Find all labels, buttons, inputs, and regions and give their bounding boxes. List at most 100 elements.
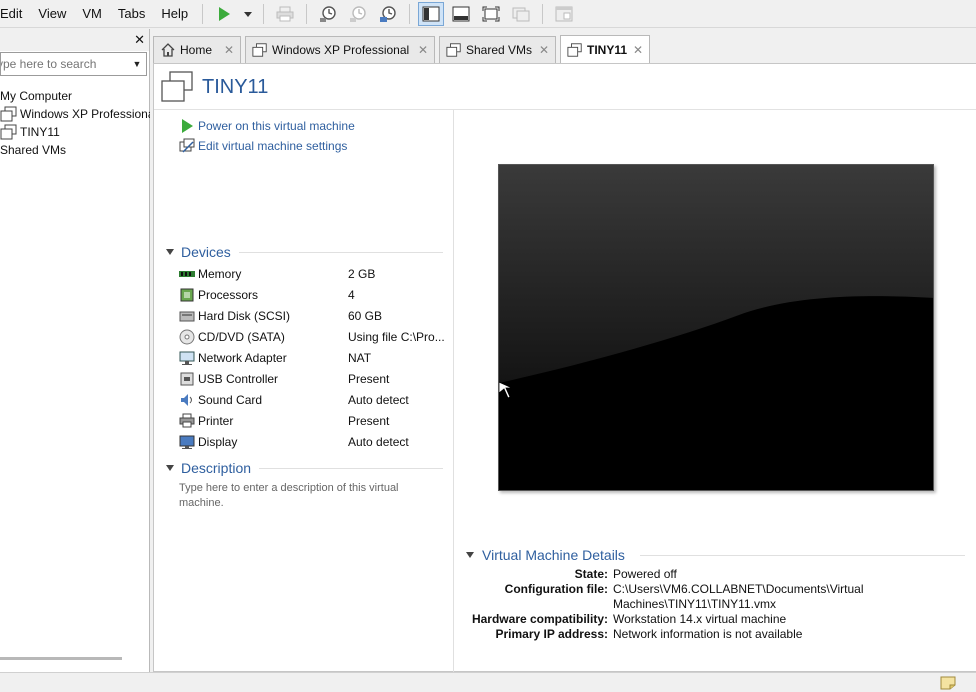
description-input[interactable]: Type here to enter a description of this… — [179, 481, 429, 511]
chevron-down-icon[interactable]: ▼ — [129, 59, 145, 69]
close-tab-icon[interactable]: ✕ — [633, 43, 643, 57]
description-heading[interactable]: Description — [166, 460, 444, 476]
tree-item-windows-xp[interactable]: Windows XP Professiona — [0, 105, 150, 123]
library-horizontal-scrollbar[interactable] — [0, 657, 122, 660]
close-tab-icon[interactable]: ✕ — [418, 43, 428, 57]
device-name: Memory — [198, 266, 242, 281]
menu-vm[interactable]: VM — [74, 0, 110, 28]
devices-heading[interactable]: Devices — [166, 244, 443, 260]
edit-settings-link[interactable]: Edit virtual machine settings — [179, 138, 347, 154]
send-ctrl-alt-del-button[interactable] — [272, 2, 298, 26]
device-row-sound-card[interactable]: Sound Card Auto detect — [179, 389, 449, 410]
memory-icon — [179, 270, 195, 277]
tree-item-shared-vms[interactable]: Shared VMs — [0, 141, 150, 159]
tab-shared-vms[interactable]: Shared VMs ✕ — [439, 36, 556, 63]
detail-value: Workstation 14.x virtual machine — [613, 612, 787, 626]
edit-settings-label: Edit virtual machine settings — [198, 139, 348, 153]
tab-label: Home — [180, 43, 213, 57]
detail-value: Network information is not available — [613, 627, 803, 641]
display-icon — [179, 435, 195, 449]
manage-snapshots-icon — [380, 5, 396, 22]
power-on-button[interactable] — [211, 2, 237, 26]
vm-icon — [0, 106, 17, 122]
tab-label: Shared VMs — [466, 43, 533, 57]
revert-snapshot-icon — [350, 5, 366, 22]
manage-snapshots-button[interactable] — [375, 2, 401, 26]
tree-item-my-computer[interactable]: My Computer — [0, 87, 150, 105]
vm-icon — [567, 42, 582, 57]
printer-icon — [179, 413, 195, 427]
library-header: ✕ — [0, 29, 149, 51]
detail-row-primary-ip: Primary IP address: Network information … — [454, 627, 974, 642]
detail-row-state: State: Powered off — [454, 567, 974, 582]
menu-view[interactable]: View — [30, 0, 74, 28]
divider — [238, 251, 443, 253]
menu-tabs[interactable]: Tabs — [110, 0, 153, 28]
power-dropdown-button[interactable] — [241, 2, 255, 26]
menu-help[interactable]: Help — [153, 0, 196, 28]
library-search-input[interactable] — [1, 54, 129, 74]
device-value: 60 GB — [348, 308, 383, 323]
device-row-cd-dvd[interactable]: CD/DVD (SATA) Using file C:\Pro... — [179, 326, 449, 347]
device-value: Using file C:\Pro... — [348, 329, 445, 344]
tree-item-label: TINY11 — [20, 125, 60, 139]
power-on-link[interactable]: Power on this virtual machine — [179, 118, 355, 134]
console-view-button[interactable] — [551, 2, 577, 26]
tab-windows-xp[interactable]: Windows XP Professional ✕ — [245, 36, 435, 63]
device-row-processors[interactable]: Processors 4 — [179, 284, 449, 305]
power-on-label: Power on this virtual machine — [198, 119, 355, 133]
collapse-triangle-icon[interactable] — [166, 465, 174, 471]
vm-icon — [161, 71, 193, 102]
detail-key: Configuration file: — [504, 582, 608, 596]
device-row-network-adapter[interactable]: Network Adapter NAT — [179, 347, 449, 368]
device-name: USB Controller — [198, 371, 279, 386]
device-row-hard-disk[interactable]: Hard Disk (SCSI) 60 GB — [179, 305, 449, 326]
sound-card-icon — [181, 393, 192, 406]
status-bar — [0, 672, 976, 692]
tab-home[interactable]: Home ✕ — [153, 36, 241, 63]
settings-icon — [179, 138, 195, 153]
thumbnail-bar-button[interactable] — [448, 2, 474, 26]
library-tree: My Computer Windows XP Professiona TINY1… — [0, 87, 150, 159]
detail-key: State: — [574, 567, 608, 581]
vm-title: TINY11 — [160, 70, 268, 104]
device-name: Sound Card — [198, 392, 263, 407]
unity-icon — [512, 7, 530, 21]
toolbar-separator — [542, 3, 544, 24]
take-snapshot-button[interactable] — [315, 2, 341, 26]
collapse-triangle-icon[interactable] — [466, 552, 474, 558]
close-tab-icon[interactable]: ✕ — [224, 43, 234, 57]
tab-label: TINY11 — [587, 42, 628, 57]
tree-item-tiny11[interactable]: TINY11 — [0, 123, 150, 141]
device-name: Display — [198, 434, 238, 449]
vm-icon — [0, 124, 17, 140]
play-icon — [219, 6, 231, 21]
device-name: Processors — [198, 287, 259, 302]
unity-button[interactable] — [508, 2, 534, 26]
close-tab-icon[interactable]: ✕ — [539, 43, 549, 57]
full-screen-icon — [482, 6, 500, 21]
vm-details-heading[interactable]: Virtual Machine Details — [466, 547, 625, 563]
menu-edit[interactable]: Edit — [0, 0, 30, 28]
vm-screen-thumbnail[interactable] — [498, 164, 934, 491]
play-icon — [182, 119, 193, 133]
dropdown-arrow-icon — [244, 11, 253, 17]
library-search-box: ▼ — [0, 52, 147, 76]
device-row-printer[interactable]: Printer Present — [179, 410, 449, 431]
device-row-display[interactable]: Display Auto detect — [179, 431, 449, 452]
tab-tiny11[interactable]: TINY11 ✕ — [560, 35, 650, 63]
network-adapter-icon — [179, 351, 195, 365]
revert-snapshot-button[interactable] — [345, 2, 371, 26]
device-row-usb-controller[interactable]: USB Controller Present — [179, 368, 449, 389]
collapse-triangle-icon[interactable] — [166, 249, 174, 255]
device-name: CD/DVD (SATA) — [198, 329, 285, 344]
message-log-icon[interactable] — [940, 676, 956, 690]
device-row-memory[interactable]: Memory 2 GB — [179, 263, 449, 284]
detail-key: Hardware compatibility: — [471, 612, 608, 626]
full-screen-button[interactable] — [478, 2, 504, 26]
divider — [259, 467, 444, 469]
show-library-button[interactable] — [418, 1, 445, 26]
close-library-button[interactable]: ✕ — [134, 32, 145, 48]
device-name: Hard Disk (SCSI) — [198, 308, 291, 323]
devices-heading-label: Devices — [181, 244, 231, 260]
